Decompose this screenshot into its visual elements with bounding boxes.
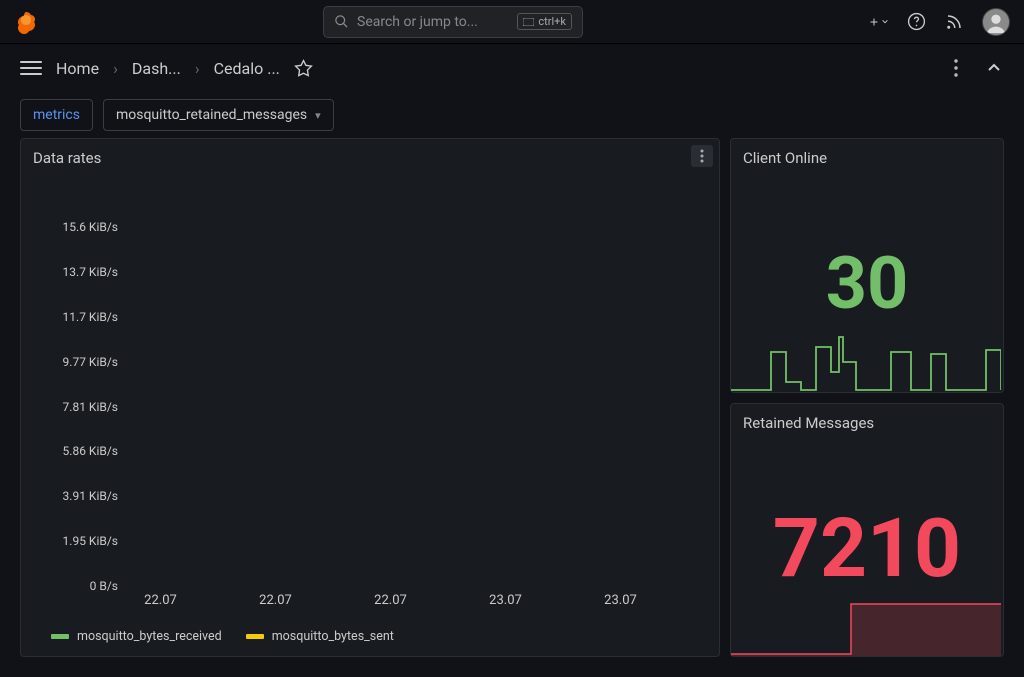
x-tick-label: 22.07 xyxy=(374,593,407,608)
panel-data-rates: Data rates 15.6 KiB/s 13.7 KiB/s 11.7 KiB/… xyxy=(20,138,720,657)
retained-sparkline xyxy=(731,596,1001,656)
user-avatar[interactable] xyxy=(982,8,1010,36)
panel-title: Client Online xyxy=(731,139,1003,177)
breadcrumb-dashboards[interactable]: Dash... xyxy=(132,59,181,78)
variable-label[interactable]: metrics xyxy=(20,99,93,131)
grafana-logo-icon[interactable] xyxy=(14,10,38,34)
add-button[interactable] xyxy=(868,12,888,32)
collapse-icon[interactable] xyxy=(984,58,1004,78)
help-icon[interactable] xyxy=(906,12,926,32)
breadcrumb-home[interactable]: Home xyxy=(56,59,99,78)
x-tick-label: 22.07 xyxy=(144,593,177,608)
client-online-value: 30 xyxy=(826,248,909,320)
search-icon xyxy=(334,14,349,29)
y-tick-label: 15.6 KiB/s xyxy=(33,220,118,234)
panel-title: Data rates xyxy=(21,139,719,177)
y-tick-label: 13.7 KiB/s xyxy=(33,265,118,279)
y-tick-label: 11.7 KiB/s xyxy=(33,310,118,324)
star-icon[interactable] xyxy=(294,58,314,78)
chevron-right-icon: › xyxy=(195,59,200,78)
panel-client-online: Client Online 30 xyxy=(730,138,1004,393)
chevron-down-icon: ▾ xyxy=(315,109,321,122)
client-online-sparkline xyxy=(731,332,1001,392)
x-tick-label: 23.07 xyxy=(604,593,637,608)
search-placeholder: Search or jump to... xyxy=(357,14,509,30)
variable-value-dropdown[interactable]: mosquitto_retained_messages ▾ xyxy=(103,99,334,131)
y-tick-label: 5.86 KiB/s xyxy=(33,444,118,458)
y-tick-label: 0 B/s xyxy=(33,579,118,593)
dashboard-grid: Data rates 15.6 KiB/s 13.7 KiB/s 11.7 KiB/… xyxy=(0,138,1024,677)
panel-retained-messages: Retained Messages 7210 xyxy=(730,403,1004,658)
menu-toggle-icon[interactable] xyxy=(20,57,42,79)
y-tick-label: 9.77 KiB/s xyxy=(33,355,118,369)
global-search[interactable]: Search or jump to... ctrl+k xyxy=(323,6,583,38)
x-tick-label: 22.07 xyxy=(259,593,292,608)
y-tick-label: 1.95 KiB/s xyxy=(33,534,118,548)
x-tick-label: 23.07 xyxy=(489,593,522,608)
legend-received[interactable]: mosquitto_bytes_received xyxy=(51,629,222,644)
retained-messages-value: 7210 xyxy=(773,508,961,590)
y-tick-label: 7.81 KiB/s xyxy=(33,400,118,414)
dashboard-settings-icon[interactable] xyxy=(946,58,966,78)
breadcrumb-current[interactable]: Cedalo ... xyxy=(214,59,280,78)
y-tick-label: 3.91 KiB/s xyxy=(33,489,118,503)
legend-sent[interactable]: mosquitto_bytes_sent xyxy=(246,629,394,644)
breadcrumb-bar: Home › Dash... › Cedalo ... xyxy=(0,44,1024,92)
chart-legend: mosquitto_bytes_received mosquitto_bytes… xyxy=(51,629,394,644)
chevron-right-icon: › xyxy=(113,59,118,78)
topbar-right xyxy=(868,8,1010,36)
panel-menu-icon[interactable] xyxy=(691,145,713,167)
panel-title: Retained Messages xyxy=(731,404,1003,442)
topbar: Search or jump to... ctrl+k xyxy=(0,0,1024,44)
variable-bar: metrics mosquitto_retained_messages ▾ xyxy=(0,92,1024,138)
rss-icon[interactable] xyxy=(944,12,964,32)
data-rates-chart[interactable]: 15.6 KiB/s 13.7 KiB/s 11.7 KiB/s 9.77 KiB/s… xyxy=(21,177,719,656)
search-shortcut-badge: ctrl+k xyxy=(517,13,572,30)
